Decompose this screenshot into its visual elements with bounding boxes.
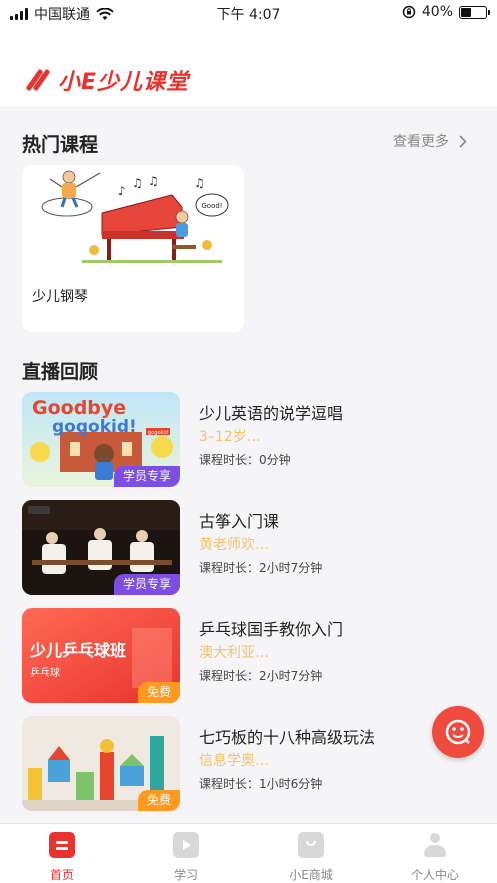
list-item[interactable]: 学员专享 古筝入门课 黄老师欢… 课程时长：2小时7分钟 <box>22 500 492 596</box>
tab-label: 个人中心 <box>410 868 459 882</box>
tab-home[interactable]: 首页 <box>17 832 107 883</box>
thumb-subheadline: gogokid! <box>52 417 137 437</box>
tab-label: 首页 <box>49 868 74 882</box>
course-duration: 课程时长：2小时7分钟 <box>199 561 323 575</box>
thumb-headline: 少儿乒乓球班 <box>29 641 126 660</box>
tab-study[interactable]: 学习 <box>141 832 231 883</box>
tab-shop[interactable]: 小E商城 <box>266 832 356 883</box>
battery-percent: 40% <box>421 4 453 20</box>
thumb-subheadline: 乒乓球 <box>30 666 60 679</box>
hot-courses-title: 热门课程 <box>22 134 99 156</box>
live-replay-title: 直播回顾 <box>22 361 99 383</box>
shop-bag-icon <box>298 832 324 858</box>
view-more-link[interactable]: 查看更多 <box>393 131 467 151</box>
person-icon <box>422 832 448 858</box>
course-teacher: 3–12岁… <box>199 429 261 445</box>
tab-profile[interactable]: 个人中心 <box>390 832 480 883</box>
piano-illustration: ♪ ♫ ♫ ♫ Good! <box>22 165 244 275</box>
rotation-lock-icon <box>402 5 416 19</box>
course-thumbnail: 免费 <box>22 716 180 811</box>
thumb-headline: Goodbye <box>32 397 126 419</box>
course-duration: 课程时长：1小时6分钟 <box>199 777 323 791</box>
svg-text:♫: ♫ <box>132 176 143 190</box>
chevron-right-icon <box>459 134 467 148</box>
free-badge: 免费 <box>137 790 180 811</box>
tab-label: 学习 <box>173 868 198 882</box>
free-badge: 免费 <box>137 682 180 703</box>
course-title: 七巧板的十八种高级玩法 <box>199 728 376 747</box>
member-badge: 学员专享 <box>113 574 180 595</box>
app-name: 小E少儿课堂 <box>58 70 190 95</box>
course-teacher: 信息学奥… <box>199 753 269 769</box>
list-item[interactable]: Goodbye gogokid! gogokid 学员专享 少儿英语的说学逗唱 … <box>22 392 492 488</box>
svg-text:♫: ♫ <box>148 174 159 188</box>
tab-bar: 首页 学习 小E商城 个人中心 <box>0 823 497 883</box>
chat-face-icon <box>445 719 471 745</box>
course-duration: 课程时长：0分钟 <box>199 453 291 467</box>
list-item[interactable]: 免费 七巧板的十八种高级玩法 信息学奥… 课程时长：1小时6分钟 <box>22 716 492 812</box>
home-icon <box>49 832 75 858</box>
view-more-label: 查看更多 <box>393 134 449 150</box>
course-name: 少儿钢琴 <box>32 289 88 305</box>
svg-text:♪: ♪ <box>118 184 126 198</box>
list-item[interactable]: 少儿乒乓球班 乒乓球 免费 乒乓球国手教你入门 澳大利亚… 课程时长：2小时7分… <box>22 608 492 704</box>
battery-icon <box>459 5 490 19</box>
course-duration: 课程时长：2小时7分钟 <box>199 669 323 683</box>
app-logo: 小E少儿课堂 <box>25 64 190 96</box>
thumb-brand: gogokid <box>148 430 168 436</box>
course-teacher: 澳大利亚… <box>199 645 269 661</box>
customer-service-button[interactable] <box>432 706 484 758</box>
course-card-piano[interactable]: ♪ ♫ ♫ ♫ Good! <box>22 165 244 332</box>
status-bar: 中国联通 下午 4:07 40% <box>0 0 497 26</box>
tab-label: 小E商城 <box>289 868 333 882</box>
course-title: 少儿英语的说学逗唱 <box>199 404 344 423</box>
course-thumbnail: Goodbye gogokid! gogokid 学员专享 <box>22 392 180 487</box>
course-thumbnail: 学员专享 <box>22 500 180 595</box>
tv-icon <box>173 832 199 858</box>
speech-bubble-text: Good! <box>201 202 222 210</box>
course-title: 古筝入门课 <box>199 512 280 531</box>
svg-text:♫: ♫ <box>194 176 205 190</box>
course-thumbnail: 少儿乒乓球班 乒乓球 免费 <box>22 608 180 703</box>
member-badge: 学员专享 <box>113 466 180 487</box>
course-teacher: 黄老师欢… <box>199 537 269 553</box>
app-header: 小E少儿课堂 <box>0 26 497 106</box>
course-title: 乒乓球国手教你入门 <box>199 620 344 639</box>
pencil-logo-icon <box>25 67 52 93</box>
